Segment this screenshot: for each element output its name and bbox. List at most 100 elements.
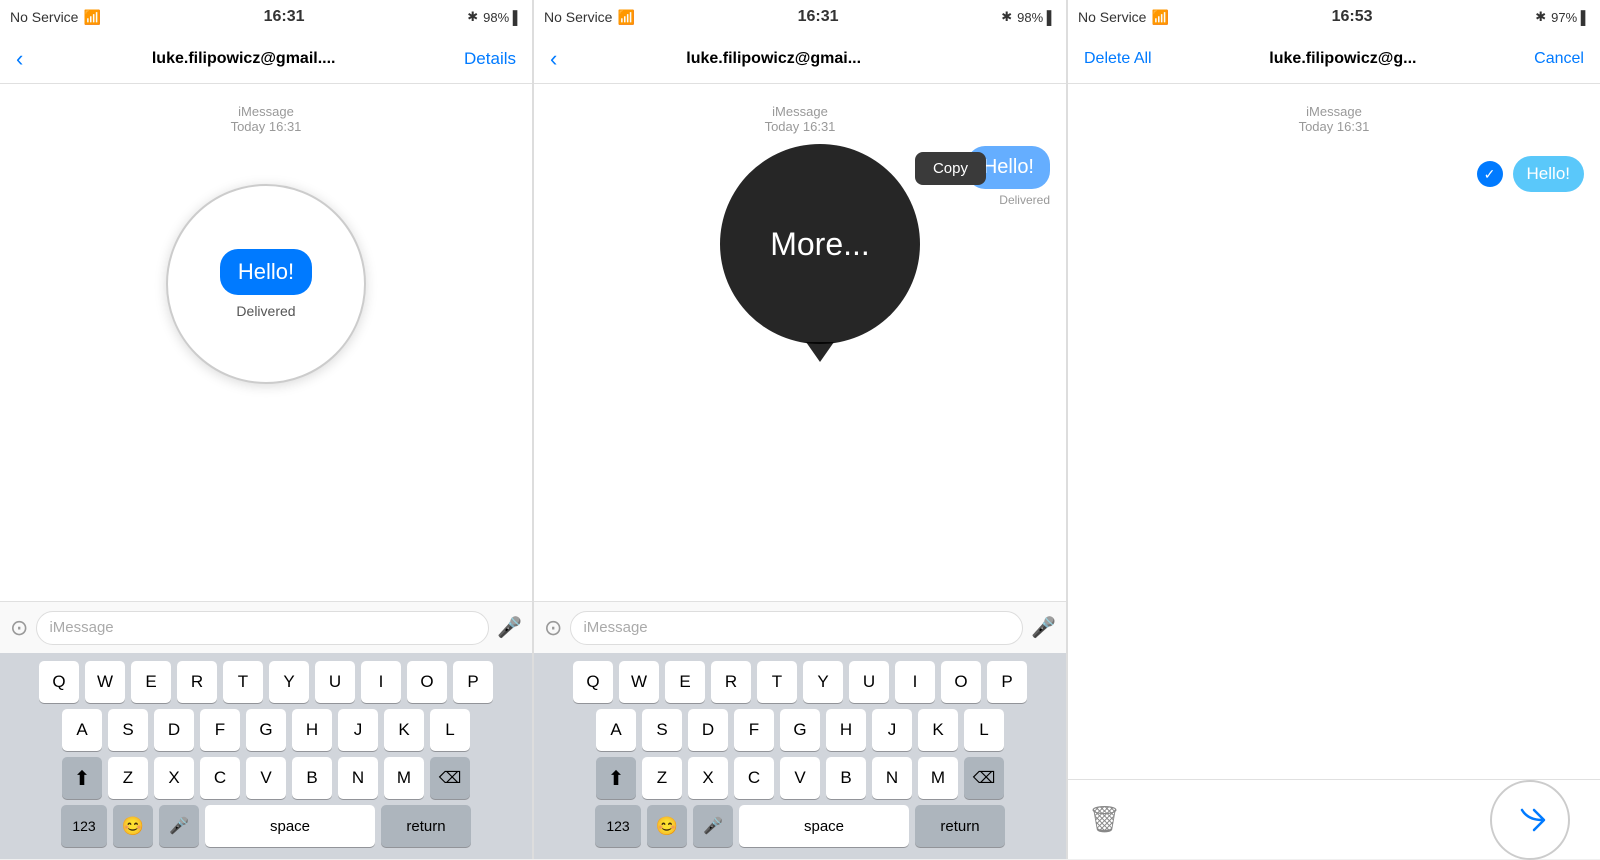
key-s-1[interactable]: S	[108, 709, 148, 751]
key-u-1[interactable]: U	[315, 661, 355, 703]
details-button-1[interactable]: Details	[464, 49, 516, 69]
key-return-2[interactable]: return	[915, 805, 1005, 847]
key-p-1[interactable]: P	[453, 661, 493, 703]
key-j-2[interactable]: J	[872, 709, 912, 751]
key-p-2[interactable]: P	[987, 661, 1027, 703]
key-v-1[interactable]: V	[246, 757, 286, 799]
key-o-2[interactable]: O	[941, 661, 981, 703]
key-delete-2[interactable]: ⌫	[964, 757, 1004, 799]
panel-3: No Service 📶 16:53 ✱ 97% ▌ Delete All lu…	[1068, 0, 1600, 859]
bottom-toolbar-3: 🗑	[1068, 779, 1600, 859]
key-v-2[interactable]: V	[780, 757, 820, 799]
key-f-2[interactable]: F	[734, 709, 774, 751]
key-g-2[interactable]: G	[780, 709, 820, 751]
cancel-button-3[interactable]: Cancel	[1534, 50, 1584, 68]
key-b-2[interactable]: B	[826, 757, 866, 799]
key-return-1[interactable]: return	[381, 805, 471, 847]
forward-circle-3[interactable]	[1490, 780, 1570, 860]
no-service-label-2: No Service	[544, 9, 612, 25]
key-t-1[interactable]: T	[223, 661, 263, 703]
key-w-1[interactable]: W	[85, 661, 125, 703]
mic-icon-1[interactable]: 🎤	[497, 615, 522, 640]
key-r-2[interactable]: R	[711, 661, 751, 703]
key-h-2[interactable]: H	[826, 709, 866, 751]
key-x-1[interactable]: X	[154, 757, 194, 799]
key-t-2[interactable]: T	[757, 661, 797, 703]
key-m-2[interactable]: M	[918, 757, 958, 799]
message-area-1: iMessageToday 16:31 Hello! Delivered	[0, 84, 532, 601]
key-m-1[interactable]: M	[384, 757, 424, 799]
key-x-2[interactable]: X	[688, 757, 728, 799]
key-q-1[interactable]: Q	[39, 661, 79, 703]
camera-icon-2[interactable]: ⊙	[544, 615, 562, 641]
key-space-1[interactable]: space	[205, 805, 375, 847]
select-check-3[interactable]: ✓	[1477, 161, 1503, 187]
key-o-1[interactable]: O	[407, 661, 447, 703]
more-circle-2[interactable]: More...	[720, 144, 920, 344]
key-space-2[interactable]: space	[739, 805, 909, 847]
key-shift-2[interactable]: ⬆	[596, 757, 636, 799]
key-delete-1[interactable]: ⌫	[430, 757, 470, 799]
key-i-1[interactable]: I	[361, 661, 401, 703]
key-mic-1[interactable]: 🎤	[159, 805, 199, 847]
battery-label-3: 97% ▌	[1551, 10, 1590, 25]
key-z-1[interactable]: Z	[108, 757, 148, 799]
key-g-1[interactable]: G	[246, 709, 286, 751]
copy-button-2[interactable]: Copy	[915, 152, 986, 185]
key-a-1[interactable]: A	[62, 709, 102, 751]
key-k-1[interactable]: K	[384, 709, 424, 751]
select-bubble-row-3: ✓ Hello!	[1084, 156, 1584, 192]
key-e-1[interactable]: E	[131, 661, 171, 703]
trash-icon-3[interactable]: 🗑	[1088, 804, 1121, 835]
key-f-1[interactable]: F	[200, 709, 240, 751]
bluetooth-icon-2: ✱	[1001, 9, 1012, 25]
message-input-2[interactable]: iMessage	[570, 611, 1023, 645]
key-d-2[interactable]: D	[688, 709, 728, 751]
keyboard-2: Q W E R T Y U I O P A S D F G H J K L ⬆ …	[534, 653, 1066, 859]
bubble-3[interactable]: Hello!	[1513, 156, 1584, 192]
message-input-1[interactable]: iMessage	[36, 611, 489, 645]
key-u-2[interactable]: U	[849, 661, 889, 703]
wifi-icon-2: 📶	[617, 9, 634, 26]
key-shift-1[interactable]: ⬆	[62, 757, 102, 799]
key-c-1[interactable]: C	[200, 757, 240, 799]
key-h-1[interactable]: H	[292, 709, 332, 751]
key-a-2[interactable]: A	[596, 709, 636, 751]
key-n-2[interactable]: N	[872, 757, 912, 799]
back-button-1[interactable]: ‹	[16, 46, 23, 72]
key-n-1[interactable]: N	[338, 757, 378, 799]
status-bar-2: No Service 📶 16:31 ✱ 98% ▌	[534, 0, 1066, 34]
key-s-2[interactable]: S	[642, 709, 682, 751]
key-d-1[interactable]: D	[154, 709, 194, 751]
message-area-2: iMessageToday 16:31 Hello! Delivered Cop…	[534, 84, 1066, 601]
key-l-1[interactable]: L	[430, 709, 470, 751]
key-z-2[interactable]: Z	[642, 757, 682, 799]
key-q-2[interactable]: Q	[573, 661, 613, 703]
delivered-2: Delivered	[999, 193, 1050, 207]
key-y-1[interactable]: Y	[269, 661, 309, 703]
timestamp-3: iMessageToday 16:31	[1299, 104, 1370, 134]
key-l-2[interactable]: L	[964, 709, 1004, 751]
back-button-2[interactable]: ‹	[550, 46, 557, 72]
key-y-2[interactable]: Y	[803, 661, 843, 703]
key-c-2[interactable]: C	[734, 757, 774, 799]
key-emoji-2[interactable]: 😊	[647, 805, 687, 847]
key-k-2[interactable]: K	[918, 709, 958, 751]
key-123-1[interactable]: 123	[61, 805, 107, 847]
key-123-2[interactable]: 123	[595, 805, 641, 847]
delete-all-button-3[interactable]: Delete All	[1084, 50, 1152, 68]
key-emoji-1[interactable]: 😊	[113, 805, 153, 847]
key-i-2[interactable]: I	[895, 661, 935, 703]
forward-arrow-icon-3	[1512, 802, 1548, 838]
key-e-2[interactable]: E	[665, 661, 705, 703]
key-r-1[interactable]: R	[177, 661, 217, 703]
key-j-1[interactable]: J	[338, 709, 378, 751]
time-3: 16:53	[1332, 8, 1373, 26]
input-placeholder-2: iMessage	[583, 619, 647, 636]
key-b-1[interactable]: B	[292, 757, 332, 799]
mic-icon-2[interactable]: 🎤	[1031, 615, 1056, 640]
status-bar-3: No Service 📶 16:53 ✱ 97% ▌	[1068, 0, 1600, 34]
key-mic-2[interactable]: 🎤	[693, 805, 733, 847]
camera-icon-1[interactable]: ⊙	[10, 615, 28, 641]
key-w-2[interactable]: W	[619, 661, 659, 703]
